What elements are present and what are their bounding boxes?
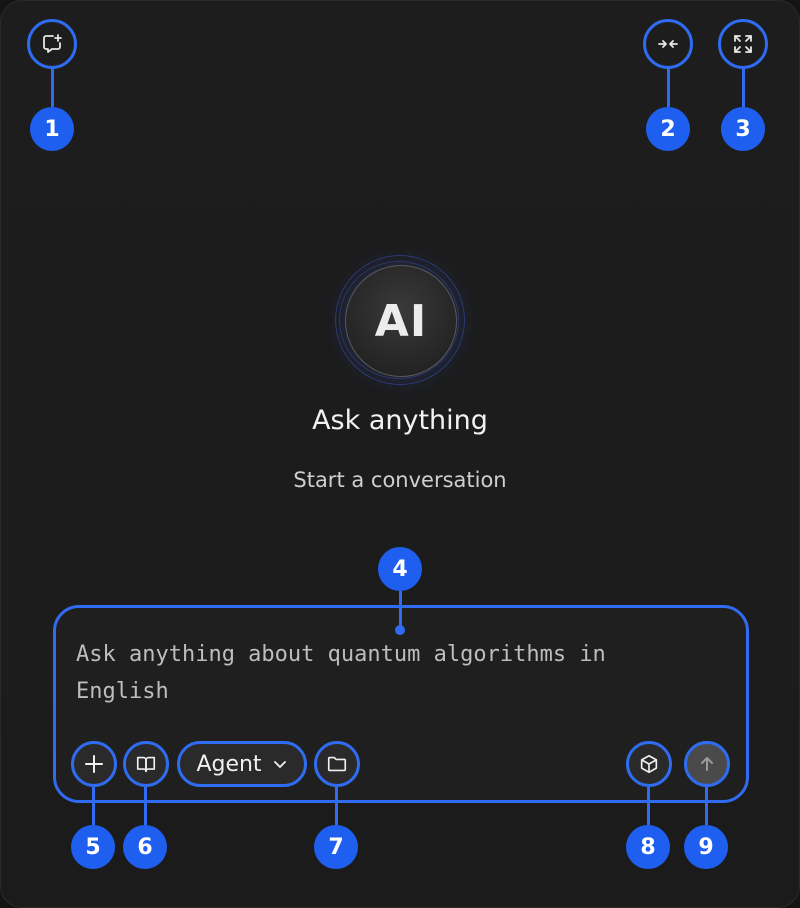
hero-subtitle: Start a conversation (293, 468, 507, 492)
new-chat-button[interactable] (27, 19, 77, 69)
callout-dot (395, 625, 405, 635)
callout-line (647, 787, 650, 825)
folder-icon (326, 753, 348, 775)
hero-title: Ask anything (312, 405, 488, 436)
new-chat-icon (40, 32, 64, 56)
callout-badge: 6 (123, 825, 167, 869)
send-button[interactable] (684, 741, 730, 787)
callout-badge: 4 (378, 547, 422, 591)
agent-mode-label: Agent (196, 751, 262, 777)
callout-line (667, 69, 670, 107)
arrow-up-icon (697, 754, 717, 774)
callout-badge: 7 (314, 825, 358, 869)
callout-line (399, 591, 402, 627)
callout-line (51, 69, 54, 107)
book-icon (135, 753, 157, 775)
cube-icon (638, 753, 660, 775)
knowledge-button[interactable] (123, 741, 169, 787)
callout-line (144, 787, 147, 825)
callout-badge: 8 (626, 825, 670, 869)
callout-line (335, 787, 338, 825)
callout-line (742, 69, 745, 107)
callout-badge: 2 (646, 107, 690, 151)
folder-button[interactable] (314, 741, 360, 787)
model-button[interactable] (626, 741, 672, 787)
chevron-down-icon (272, 756, 288, 772)
callout-badge: 5 (71, 825, 115, 869)
message-input[interactable]: Ask anything about quantum algorithms in… (76, 636, 636, 710)
ai-avatar-wrapper: AI (335, 255, 465, 385)
callout-line (705, 787, 708, 825)
callout-badge: 1 (30, 107, 74, 151)
callout-line (92, 787, 95, 825)
agent-mode-dropdown[interactable]: Agent (177, 741, 307, 787)
collapse-icon (656, 32, 680, 56)
fullscreen-button[interactable] (718, 19, 768, 69)
callout-badge: 3 (721, 107, 765, 151)
callout-badge: 9 (684, 825, 728, 869)
collapse-button[interactable] (643, 19, 693, 69)
ai-avatar: AI (345, 265, 457, 377)
plus-icon (83, 753, 105, 775)
add-attachment-button[interactable] (71, 741, 117, 787)
chat-panel: AI Ask anything Start a conversation Ask… (0, 0, 800, 908)
fullscreen-icon (731, 32, 755, 56)
